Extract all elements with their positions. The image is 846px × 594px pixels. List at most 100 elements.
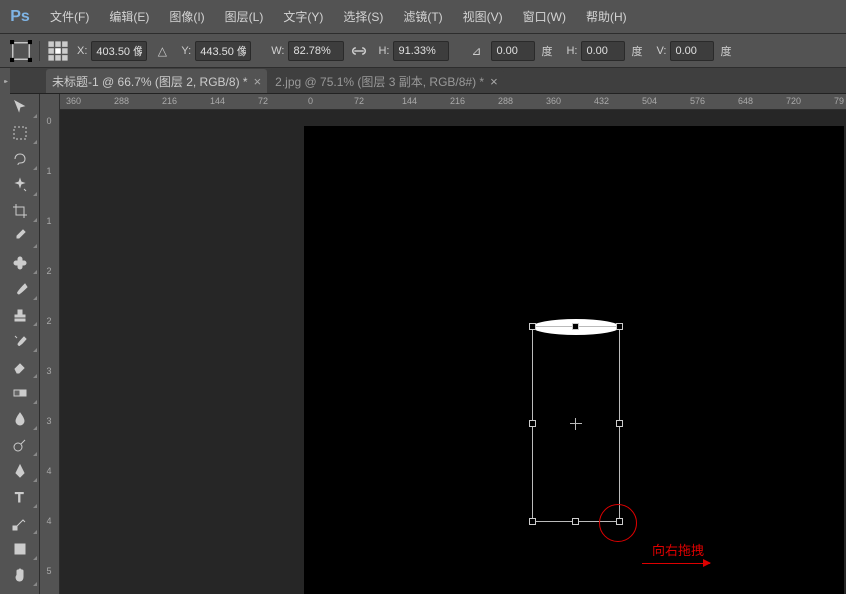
y-field[interactable] — [195, 41, 251, 61]
ruler-tick: 1 — [40, 166, 58, 176]
tab-close-icon[interactable]: × — [254, 74, 262, 89]
transform-handle-top-left[interactable] — [529, 323, 536, 330]
transform-handle-mid-left[interactable] — [529, 420, 536, 427]
tab-inactive[interactable]: 2.jpg @ 75.1% (图层 3 副本, RGB/8#) * × — [269, 69, 504, 93]
shape-tool[interactable] — [0, 536, 40, 562]
dodge-tool[interactable] — [0, 432, 40, 458]
transform-handle-top-mid[interactable] — [572, 323, 579, 330]
ruler-tick: 648 — [738, 96, 753, 106]
x-field[interactable] — [91, 41, 147, 61]
annotation-text: 向右拖拽 — [652, 540, 704, 559]
annotation-circle — [599, 504, 637, 542]
eraser-tool[interactable] — [0, 354, 40, 380]
link-icon[interactable] — [348, 40, 370, 62]
w-field[interactable] — [288, 41, 344, 61]
hand-tool[interactable] — [0, 562, 40, 588]
ruler-tick: 79 — [834, 96, 844, 106]
transform-bounding-box[interactable] — [532, 326, 620, 522]
blur-tool[interactable] — [0, 406, 40, 432]
skew-v-field[interactable] — [670, 41, 714, 61]
ruler-tick: 0 — [308, 96, 313, 106]
ruler-tick: 4 — [40, 466, 58, 476]
pen-tool[interactable] — [0, 458, 40, 484]
ruler-tick: 720 — [786, 96, 801, 106]
menu-help[interactable]: 帮助(H) — [576, 0, 637, 34]
reference-point-icon[interactable] — [47, 40, 69, 62]
rotate-field[interactable] — [491, 41, 535, 61]
stamp-tool[interactable] — [0, 302, 40, 328]
h-field[interactable] — [393, 41, 449, 61]
wand-tool[interactable] — [0, 172, 40, 198]
menu-filter[interactable]: 滤镜(T) — [393, 0, 452, 34]
gradient-tool[interactable] — [0, 380, 40, 406]
ruler-tick: 2 — [40, 316, 58, 326]
ruler-tick: 288 — [114, 96, 129, 106]
tab-inactive-label: 2.jpg @ 75.1% (图层 3 副本, RGB/8#) * — [275, 73, 484, 90]
tab-active[interactable]: 未标题-1 @ 66.7% (图层 2, RGB/8) * × — [46, 69, 267, 93]
menu-image[interactable]: 图像(I) — [159, 0, 214, 34]
menu-type[interactable]: 文字(Y) — [273, 0, 333, 34]
menu-file[interactable]: 文件(F) — [40, 0, 99, 34]
ruler-horizontal[interactable]: 3602882161447207214421628836043250457664… — [60, 94, 846, 110]
ruler-tick: 360 — [66, 96, 81, 106]
annotation-arrow-icon — [642, 563, 710, 564]
ruler-tick: 1 — [40, 216, 58, 226]
skew-h-unit: 度 — [631, 43, 642, 59]
svg-text:T: T — [15, 489, 24, 505]
type-tool[interactable]: T — [0, 484, 40, 510]
skew-h-field[interactable] — [581, 41, 625, 61]
ruler-tick: 144 — [210, 96, 225, 106]
transform-handle-bottom-mid[interactable] — [572, 518, 579, 525]
rotate-icon: ⊿ — [465, 40, 487, 62]
skew-v-unit: 度 — [720, 43, 731, 59]
ruler-tick: 360 — [546, 96, 561, 106]
transform-center-icon[interactable] — [570, 418, 582, 430]
brush-tool[interactable] — [0, 276, 40, 302]
app-logo: Ps — [0, 0, 40, 34]
path-tool[interactable] — [0, 510, 40, 536]
ruler-tick: 72 — [258, 96, 268, 106]
lasso-tool[interactable] — [0, 146, 40, 172]
ruler-tick: 216 — [450, 96, 465, 106]
move-tool[interactable] — [0, 94, 40, 120]
expand-handle[interactable] — [0, 68, 10, 94]
menu-layer[interactable]: 图层(L) — [215, 0, 274, 34]
menu-view[interactable]: 视图(V) — [453, 0, 513, 34]
ruler-tick: 576 — [690, 96, 705, 106]
menu-select[interactable]: 选择(S) — [333, 0, 393, 34]
transform-handle-top-right[interactable] — [616, 323, 623, 330]
ruler-tick: 432 — [594, 96, 609, 106]
ruler-tick: 216 — [162, 96, 177, 106]
rotate-unit: 度 — [541, 43, 552, 59]
delta-icon[interactable]: △ — [151, 40, 173, 62]
ruler-tick: 3 — [40, 366, 58, 376]
ruler-tick: 2 — [40, 266, 58, 276]
heal-tool[interactable] — [0, 250, 40, 276]
ruler-tick: 5 — [40, 566, 58, 576]
marquee-tool[interactable] — [0, 120, 40, 146]
document-tabs: 未标题-1 @ 66.7% (图层 2, RGB/8) * × 2.jpg @ … — [0, 68, 846, 94]
y-label: Y: — [181, 45, 191, 57]
canvas-viewport[interactable]: 向右拖拽 — [60, 110, 846, 594]
crop-tool[interactable] — [0, 198, 40, 224]
skew-v-label: V: — [656, 45, 666, 57]
h-label: H: — [378, 45, 389, 57]
tool-palette: T — [0, 94, 40, 594]
ruler-tick: 4 — [40, 516, 58, 526]
menu-edit[interactable]: 编辑(E) — [99, 0, 159, 34]
w-label: W: — [271, 45, 284, 57]
transform-handle-mid-right[interactable] — [616, 420, 623, 427]
document-canvas[interactable]: 向右拖拽 — [304, 126, 844, 594]
ruler-tick: 0 — [40, 116, 58, 126]
tab-close-icon[interactable]: × — [490, 74, 498, 89]
ruler-vertical[interactable]: 0112233445 — [40, 94, 60, 594]
options-bar: X: △ Y: W: H: ⊿ 度 H: 度 V: 度 — [0, 34, 846, 68]
transform-tool-icon[interactable] — [10, 40, 32, 62]
ruler-tick: 504 — [642, 96, 657, 106]
history-brush-tool[interactable] — [0, 328, 40, 354]
transform-handle-bottom-left[interactable] — [529, 518, 536, 525]
ruler-tick: 144 — [402, 96, 417, 106]
menu-window[interactable]: 窗口(W) — [513, 0, 576, 34]
eyedropper-tool[interactable] — [0, 224, 40, 250]
menu-bar: Ps 文件(F) 编辑(E) 图像(I) 图层(L) 文字(Y) 选择(S) 滤… — [0, 0, 846, 34]
